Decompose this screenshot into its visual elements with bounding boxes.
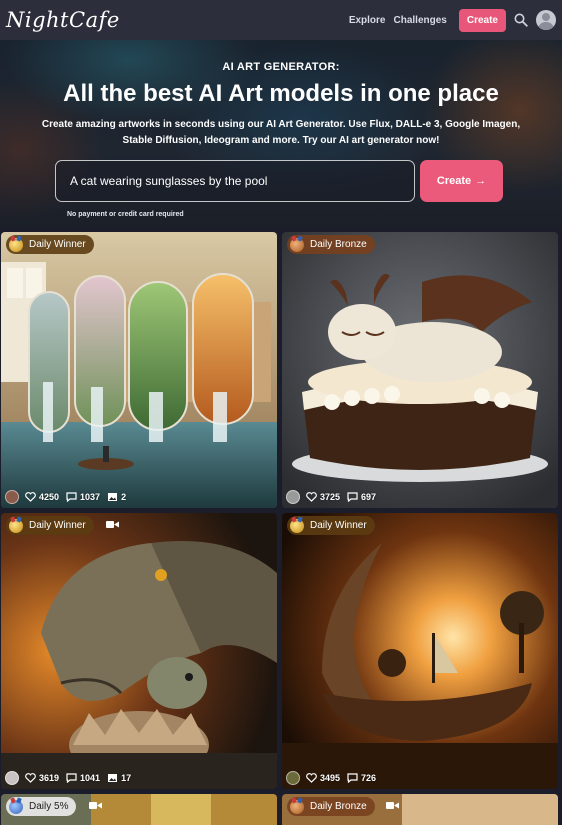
artwork-image (1, 232, 277, 508)
hero-subtitle: Create amazing artworks in seconds using… (41, 119, 521, 146)
award-badge: Daily Bronze (287, 235, 375, 254)
card-stats: 3619 1041 17 (5, 770, 138, 786)
award-badge: Daily Winner (6, 235, 94, 254)
creator-avatar[interactable] (5, 490, 19, 504)
no-payment-note: No payment or credit card required (67, 211, 184, 218)
heart-icon (25, 773, 36, 783)
award-label: Daily Bronze (310, 239, 367, 250)
award-badge: Daily 5% (6, 797, 77, 816)
like-count: 4250 (39, 492, 60, 502)
images-stat[interactable]: 17 (107, 773, 131, 783)
gallery-card[interactable]: Daily Winner 3495 726 (282, 513, 558, 789)
comment-icon (66, 773, 77, 783)
like-count: 3495 (320, 773, 341, 783)
artwork-image (282, 232, 558, 508)
award-label: Daily Winner (29, 520, 86, 531)
images-stat[interactable]: 2 (107, 492, 126, 502)
comment-stat[interactable]: 1041 (66, 773, 100, 783)
prompt-input-value: A cat wearing sunglasses by the pool (70, 174, 268, 188)
medal-icon (290, 237, 304, 252)
hero-create-label: Create (436, 175, 472, 187)
award-label: Daily Winner (310, 520, 367, 531)
images-count: 2 (121, 492, 127, 502)
medal-icon (9, 799, 23, 814)
images-count: 17 (121, 773, 132, 783)
video-camera-icon (106, 521, 119, 528)
gallery-card[interactable]: Daily Winner 3619 1041 17 (1, 513, 277, 789)
heart-icon (306, 773, 317, 783)
artwork-image (282, 513, 558, 789)
prompt-input[interactable]: A cat wearing sunglasses by the pool (55, 160, 415, 202)
images-icon (108, 493, 118, 501)
medal-icon (9, 518, 23, 533)
top-navbar: NightCafe Explore Challenges Create (0, 0, 562, 40)
like-count: 3725 (320, 492, 341, 502)
like-count: 3619 (39, 773, 60, 783)
gallery-card[interactable]: Daily Bronze 3725 697 (282, 232, 558, 508)
medal-icon (9, 237, 23, 252)
arrow-right-icon: → (475, 175, 487, 187)
heart-icon (25, 492, 36, 502)
card-stats: 4250 1037 2 (5, 489, 133, 505)
award-label: Daily 5% (29, 801, 69, 812)
hero-title: All the best AI Art models in one place (63, 80, 499, 107)
award-label: Daily Bronze (310, 801, 367, 812)
like-stat[interactable]: 3725 (306, 492, 340, 502)
video-camera-icon (89, 802, 102, 809)
artwork-image (1, 513, 277, 789)
comment-stat[interactable]: 1037 (66, 492, 100, 502)
award-badge: Daily Winner (6, 516, 94, 535)
award-label: Daily Winner (29, 239, 86, 250)
comment-count: 726 (361, 773, 377, 783)
nightcafe-logo[interactable]: NightCafe (6, 8, 120, 32)
comment-icon (347, 492, 358, 502)
hero-eyebrow: AI ART GENERATOR: (222, 61, 340, 73)
card-stats: 3725 697 (286, 489, 383, 505)
nav-link-challenges[interactable]: Challenges (394, 15, 447, 26)
gallery-card[interactable]: Daily Bronze (282, 794, 558, 825)
hero-create-button[interactable]: Create → (420, 160, 503, 202)
search-icon[interactable] (514, 13, 528, 27)
like-stat[interactable]: 3495 (306, 773, 340, 783)
comment-icon (347, 773, 358, 783)
card-stats: 3495 726 (286, 770, 383, 786)
comment-count: 1037 (80, 492, 101, 502)
gallery-card[interactable]: Daily 5% (1, 794, 277, 825)
like-stat[interactable]: 4250 (25, 492, 59, 502)
creator-avatar[interactable] (286, 771, 300, 785)
heart-icon (306, 492, 317, 502)
creator-avatar[interactable] (286, 490, 300, 504)
like-stat[interactable]: 3619 (25, 773, 59, 783)
nav-right: Explore Challenges Create (349, 8, 556, 32)
comment-icon (66, 492, 77, 502)
user-avatar[interactable] (536, 10, 556, 30)
award-badge: Daily Winner (287, 516, 375, 535)
nav-link-explore[interactable]: Explore (349, 15, 386, 26)
comment-count: 1041 (80, 773, 101, 783)
nav-create-button[interactable]: Create (458, 8, 506, 32)
video-camera-icon (386, 802, 399, 809)
medal-icon (290, 518, 304, 533)
award-badge: Daily Bronze (287, 797, 375, 816)
medal-icon (290, 799, 304, 814)
images-icon (108, 774, 118, 782)
comment-count: 697 (361, 492, 377, 502)
hero-banner: AI ART GENERATOR: All the best AI Art mo… (0, 40, 562, 228)
comment-stat[interactable]: 726 (347, 773, 376, 783)
comment-stat[interactable]: 697 (347, 492, 376, 502)
gallery-card[interactable]: Daily Winner 4250 1037 2 (1, 232, 277, 508)
creator-avatar[interactable] (5, 771, 19, 785)
